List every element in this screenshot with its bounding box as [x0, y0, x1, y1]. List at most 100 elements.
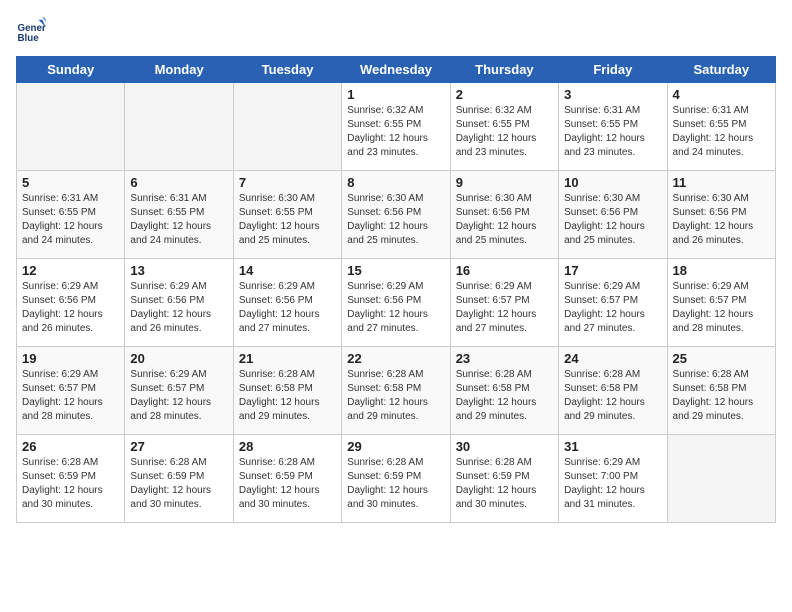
- week-row-5: 26 Sunrise: 6:28 AM Sunset: 6:59 PM Dayli…: [17, 435, 776, 523]
- day-info: Sunrise: 6:31 AM Sunset: 6:55 PM Dayligh…: [673, 104, 770, 160]
- day-info: Sunrise: 6:28 AM Sunset: 6:59 PM Dayligh…: [456, 456, 553, 512]
- calendar-cell: [667, 435, 775, 523]
- day-info: Sunrise: 6:29 AM Sunset: 6:56 PM Dayligh…: [130, 280, 227, 336]
- day-number: 6: [130, 175, 227, 190]
- calendar-cell: 19 Sunrise: 6:29 AM Sunset: 6:57 PM Dayli…: [17, 347, 125, 435]
- calendar-cell: 18 Sunrise: 6:29 AM Sunset: 6:57 PM Dayli…: [667, 259, 775, 347]
- calendar-cell: 26 Sunrise: 6:28 AM Sunset: 6:59 PM Dayli…: [17, 435, 125, 523]
- day-number: 20: [130, 351, 227, 366]
- day-info: Sunrise: 6:29 AM Sunset: 6:56 PM Dayligh…: [239, 280, 336, 336]
- day-info: Sunrise: 6:31 AM Sunset: 6:55 PM Dayligh…: [22, 192, 119, 248]
- calendar-cell: 17 Sunrise: 6:29 AM Sunset: 6:57 PM Dayli…: [559, 259, 667, 347]
- calendar-cell: 22 Sunrise: 6:28 AM Sunset: 6:58 PM Dayli…: [342, 347, 450, 435]
- day-info: Sunrise: 6:28 AM Sunset: 6:58 PM Dayligh…: [456, 368, 553, 424]
- day-number: 15: [347, 263, 444, 278]
- day-number: 7: [239, 175, 336, 190]
- calendar-cell: 2 Sunrise: 6:32 AM Sunset: 6:55 PM Daylig…: [450, 83, 558, 171]
- day-number: 11: [673, 175, 770, 190]
- calendar-cell: 10Sunrise: 6:30 AM Sunset: 6:56 PM Dayli…: [559, 171, 667, 259]
- day-number: 9: [456, 175, 553, 190]
- day-info: Sunrise: 6:32 AM Sunset: 6:55 PM Dayligh…: [456, 104, 553, 160]
- day-info: Sunrise: 6:28 AM Sunset: 6:58 PM Dayligh…: [564, 368, 661, 424]
- day-number: 8: [347, 175, 444, 190]
- day-number: 23: [456, 351, 553, 366]
- week-row-2: 5 Sunrise: 6:31 AM Sunset: 6:55 PM Daylig…: [17, 171, 776, 259]
- day-number: 16: [456, 263, 553, 278]
- calendar-cell: 24 Sunrise: 6:28 AM Sunset: 6:58 PM Dayli…: [559, 347, 667, 435]
- calendar-cell: 1Sunrise: 6:32 AM Sunset: 6:55 PM Daylig…: [342, 83, 450, 171]
- day-number: 2: [456, 87, 553, 102]
- calendar-cell: 20Sunrise: 6:29 AM Sunset: 6:57 PM Dayli…: [125, 347, 233, 435]
- day-number: 18: [673, 263, 770, 278]
- day-info: Sunrise: 6:30 AM Sunset: 6:56 PM Dayligh…: [673, 192, 770, 248]
- calendar-cell: 15 Sunrise: 6:29 AM Sunset: 6:56 PM Dayli…: [342, 259, 450, 347]
- day-info: Sunrise: 6:29 AM Sunset: 6:56 PM Dayligh…: [22, 280, 119, 336]
- day-number: 31: [564, 439, 661, 454]
- day-number: 13: [130, 263, 227, 278]
- day-number: 29: [347, 439, 444, 454]
- calendar-cell: 9 Sunrise: 6:30 AM Sunset: 6:56 PM Daylig…: [450, 171, 558, 259]
- day-info: Sunrise: 6:29 AM Sunset: 6:57 PM Dayligh…: [673, 280, 770, 336]
- day-number: 10: [564, 175, 661, 190]
- calendar-cell: 11 Sunrise: 6:30 AM Sunset: 6:56 PM Dayli…: [667, 171, 775, 259]
- day-info: Sunrise: 6:28 AM Sunset: 6:59 PM Dayligh…: [347, 456, 444, 512]
- svg-text:Blue: Blue: [18, 33, 40, 44]
- calendar-cell: 29 Sunrise: 6:28 AM Sunset: 6:59 PM Dayli…: [342, 435, 450, 523]
- weekday-header-thursday: Thursday: [450, 57, 558, 83]
- calendar-table: SundayMondayTuesdayWednesdayThursdayFrid…: [16, 56, 776, 523]
- day-number: 26: [22, 439, 119, 454]
- calendar-cell: [233, 83, 341, 171]
- day-info: Sunrise: 6:30 AM Sunset: 6:56 PM Dayligh…: [456, 192, 553, 248]
- calendar-cell: 12Sunrise: 6:29 AM Sunset: 6:56 PM Dayli…: [17, 259, 125, 347]
- calendar-cell: 5 Sunrise: 6:31 AM Sunset: 6:55 PM Daylig…: [17, 171, 125, 259]
- calendar-cell: 14 Sunrise: 6:29 AM Sunset: 6:56 PM Dayli…: [233, 259, 341, 347]
- day-number: 5: [22, 175, 119, 190]
- day-number: 21: [239, 351, 336, 366]
- day-info: Sunrise: 6:29 AM Sunset: 6:57 PM Dayligh…: [456, 280, 553, 336]
- day-number: 30: [456, 439, 553, 454]
- calendar-cell: 16 Sunrise: 6:29 AM Sunset: 6:57 PM Dayli…: [450, 259, 558, 347]
- day-number: 24: [564, 351, 661, 366]
- calendar-cell: 13 Sunrise: 6:29 AM Sunset: 6:56 PM Dayli…: [125, 259, 233, 347]
- calendar-cell: 4 Sunrise: 6:31 AM Sunset: 6:55 PM Daylig…: [667, 83, 775, 171]
- day-info: Sunrise: 6:28 AM Sunset: 6:59 PM Dayligh…: [22, 456, 119, 512]
- calendar-cell: 6 Sunrise: 6:31 AM Sunset: 6:55 PM Daylig…: [125, 171, 233, 259]
- calendar-cell: [125, 83, 233, 171]
- calendar-cell: 3Sunrise: 6:31 AM Sunset: 6:55 PM Daylig…: [559, 83, 667, 171]
- weekday-header-saturday: Saturday: [667, 57, 775, 83]
- day-info: Sunrise: 6:29 AM Sunset: 6:57 PM Dayligh…: [564, 280, 661, 336]
- day-number: 27: [130, 439, 227, 454]
- day-number: 17: [564, 263, 661, 278]
- calendar-header: SundayMondayTuesdayWednesdayThursdayFrid…: [17, 57, 776, 83]
- day-number: 25: [673, 351, 770, 366]
- calendar-cell: 8 Sunrise: 6:30 AM Sunset: 6:56 PM Daylig…: [342, 171, 450, 259]
- day-info: Sunrise: 6:28 AM Sunset: 6:58 PM Dayligh…: [239, 368, 336, 424]
- calendar-cell: [17, 83, 125, 171]
- calendar-cell: 21 Sunrise: 6:28 AM Sunset: 6:58 PM Dayli…: [233, 347, 341, 435]
- calendar-cell: 25 Sunrise: 6:28 AM Sunset: 6:58 PM Dayli…: [667, 347, 775, 435]
- day-number: 1: [347, 87, 444, 102]
- day-info: Sunrise: 6:31 AM Sunset: 6:55 PM Dayligh…: [130, 192, 227, 248]
- day-number: 14: [239, 263, 336, 278]
- weekday-header-wednesday: Wednesday: [342, 57, 450, 83]
- day-number: 19: [22, 351, 119, 366]
- calendar-cell: 27Sunrise: 6:28 AM Sunset: 6:59 PM Dayli…: [125, 435, 233, 523]
- page-header: General Blue: [16, 16, 776, 46]
- day-info: Sunrise: 6:30 AM Sunset: 6:56 PM Dayligh…: [347, 192, 444, 248]
- weekday-header-friday: Friday: [559, 57, 667, 83]
- day-info: Sunrise: 6:29 AM Sunset: 6:57 PM Dayligh…: [22, 368, 119, 424]
- calendar-cell: 28Sunrise: 6:28 AM Sunset: 6:59 PM Dayli…: [233, 435, 341, 523]
- day-info: Sunrise: 6:29 AM Sunset: 7:00 PM Dayligh…: [564, 456, 661, 512]
- calendar-cell: 30 Sunrise: 6:28 AM Sunset: 6:59 PM Dayli…: [450, 435, 558, 523]
- calendar-body: 1 Sunrise: 6:32 AM Sunset: 6:55 PM Daylig…: [17, 83, 776, 523]
- logo: General Blue: [16, 16, 50, 46]
- day-info: Sunrise: 6:29 AM Sunset: 6:56 PM Dayligh…: [347, 280, 444, 336]
- day-number: 28: [239, 439, 336, 454]
- day-info: Sunrise: 6:28 AM Sunset: 6:58 PM Dayligh…: [347, 368, 444, 424]
- day-number: 4: [673, 87, 770, 102]
- calendar-cell: 31 Sunrise: 6:29 AM Sunset: 7:00 PM Dayli…: [559, 435, 667, 523]
- day-info: Sunrise: 6:28 AM Sunset: 6:58 PM Dayligh…: [673, 368, 770, 424]
- calendar-cell: 7Sunrise: 6:30 AM Sunset: 6:55 PM Daylig…: [233, 171, 341, 259]
- day-number: 22: [347, 351, 444, 366]
- weekday-header-sunday: Sunday: [17, 57, 125, 83]
